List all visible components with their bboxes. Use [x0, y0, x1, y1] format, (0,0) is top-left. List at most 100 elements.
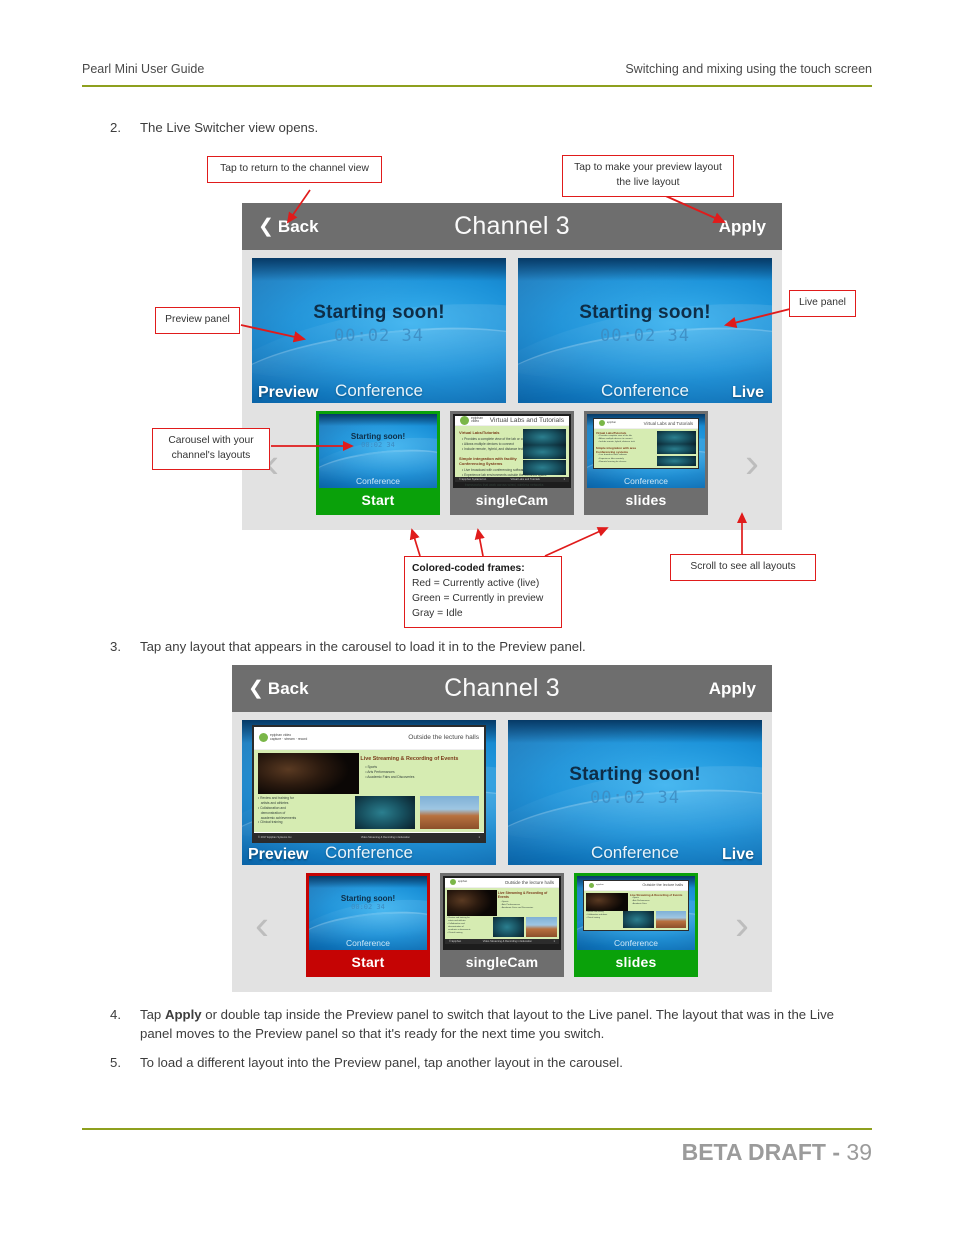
callout-frames-title: Colored-coded frames:: [412, 563, 525, 574]
slide-body: Virtual Labs/Tutorials • Provides a comp…: [455, 425, 569, 488]
logo-text: epiphan video: [471, 415, 484, 424]
slide-footer-right: 1: [563, 478, 565, 482]
epiphan-logo: epiphan video: [460, 416, 483, 425]
logo-text: epiphan: [458, 879, 468, 883]
epiphan-logo: epiphan: [588, 882, 604, 888]
carousel-next-arrow-icon[interactable]: ›: [722, 442, 782, 484]
step-4-text-before: Tap: [140, 1007, 165, 1022]
device1-live-panel[interactable]: Starting soon! 00:02 34 Conference Live: [518, 258, 772, 403]
slide-title: Live Streaming & Recording of Events: [360, 755, 459, 762]
slide-bullets-lower: • Review and training for artists and at…: [258, 795, 297, 825]
logo-mark-icon: [460, 415, 469, 425]
carousel-thumb-slides: epiphan Virtual Labs and Tutorials Virtu…: [587, 414, 705, 488]
slide-footer-mid: Video Streaming & Recording in Education: [360, 835, 410, 839]
chevron-left-icon: ❮: [258, 216, 274, 237]
device1-panes: Starting soon! 00:02 34 Conference Previ…: [242, 250, 782, 408]
step-3-number: 3.: [110, 639, 121, 654]
bg-top-shade: [252, 258, 506, 282]
carousel-item-start[interactable]: Starting soon! 00:02 34 Conference Start: [306, 873, 430, 977]
starting-soon-title: Starting soon!: [340, 893, 396, 903]
slide-body: Live Streaming & Recording of Events • S…: [445, 887, 559, 940]
carousel-item-singlecam[interactable]: epiphan video Virtual Labs and Tutorials …: [450, 411, 574, 515]
carousel-item-slides-label: slides: [587, 488, 705, 512]
device1-preview-source-label: Conference: [335, 381, 423, 400]
carousel-start-text: Starting soon! 00:02 34: [319, 432, 437, 449]
logo-mark-icon: [588, 882, 594, 888]
device1-back-button[interactable]: ❮ Back: [258, 217, 319, 237]
step-4-number: 4.: [110, 1007, 121, 1022]
carousel-item-start-label: Start: [309, 950, 427, 974]
slide-bullets-lower: • Review and training • Collaboration and…: [585, 910, 608, 919]
slide-photo-runner: [655, 910, 687, 929]
starting-soon-title: Starting soon!: [569, 763, 701, 785]
header-document-title: Pearl Mini User Guide: [82, 62, 205, 76]
slide-footer-right: 1: [553, 940, 555, 944]
device2-preview-panel[interactable]: epiphan video capture · stream · record O…: [242, 720, 496, 865]
carousel-item-slides[interactable]: epiphan Virtual Labs and Tutorials Virtu…: [584, 411, 708, 515]
slide-footer-mid: Virtual Labs and Tutorials: [510, 478, 540, 482]
slide-body: Live Streaming & Recording of Events • S…: [254, 749, 484, 832]
live-switcher-screen-2: ❮ Back Channel 3 Apply epiphan video capt…: [232, 665, 772, 992]
carousel-next-arrow-icon[interactable]: ›: [712, 904, 772, 946]
carousel-item-singlecam[interactable]: epiphan Outside the lecture halls Live S…: [440, 873, 564, 977]
starting-soon-title: Starting soon!: [313, 301, 445, 323]
slide-footer: © 2017 Epiphan Systems Inc. Video Stream…: [254, 833, 484, 841]
callout-frames-gray: Gray = Idle: [412, 607, 463, 619]
starting-soon-timer: 00:02 34: [334, 325, 424, 346]
slide-topbar: epiphan Virtual Labs and Tutorials: [593, 418, 699, 429]
bg-top-shade: [518, 258, 772, 282]
slide-right-col: Live Streaming & Recording of Events • S…: [630, 893, 686, 906]
slide-heading: Outside the lecture halls: [642, 883, 684, 888]
slide-photo-lab: [656, 430, 697, 444]
slide-photo-lab: [492, 916, 524, 938]
slide-heading: Virtual Labs and Tutorials: [489, 416, 564, 424]
page-header: Pearl Mini User Guide Switching and mixi…: [82, 62, 872, 76]
slide-graphic-lecture: epiphan video capture · stream · record O…: [252, 725, 486, 843]
device1-channel-title: Channel 3: [454, 212, 570, 240]
callout-colored-frames: Colored-coded frames: Red = Currently ac…: [404, 556, 562, 628]
device2-back-button[interactable]: ❮ Back: [248, 679, 309, 699]
slide-photo-orchestra: [585, 892, 628, 911]
slide-footer-right: 1: [478, 835, 480, 839]
epiphan-logo: epiphan video capture · stream · record: [259, 733, 307, 743]
device2-live-panel[interactable]: Starting soon! 00:02 34 Conference Live: [508, 720, 762, 865]
device2-carousel: ‹ Starting soon! 00:02 34 Conference Sta…: [232, 870, 772, 982]
step-5: 5. To load a different layout into the P…: [110, 1053, 855, 1072]
step-4: 4. Tap Apply or double tap inside the Pr…: [110, 1005, 855, 1043]
slide-footer-mid: Video Streaming & Recording in Education: [482, 940, 532, 944]
slide-topbar: epiphan Outside the lecture halls: [583, 880, 689, 891]
bg-top-shade: [309, 876, 427, 888]
slide-graphic-inset: epiphan Outside the lecture halls Live S…: [582, 879, 690, 931]
step-3: 3. Tap any layout that appears in the ca…: [110, 637, 850, 656]
step-5-number: 5.: [110, 1055, 121, 1070]
step-4-text: Tap Apply or double tap inside the Previ…: [140, 1005, 855, 1043]
device2-live-starting-soon: Starting soon! 00:02 34: [508, 764, 762, 808]
device2-preview-badge: Preview: [248, 846, 309, 863]
page-footer: BETA DRAFT - 39: [682, 1139, 872, 1166]
carousel-start-text: Starting soon! 00:02 34: [309, 894, 427, 911]
starting-soon-title: Starting soon!: [579, 301, 711, 323]
device1-apply-button[interactable]: Apply: [719, 217, 766, 237]
slide-photo-lab-3: [656, 455, 697, 467]
carousel-item-start[interactable]: Starting soon! 00:02 34 Conference Start: [316, 411, 440, 515]
slide-topbar: epiphan Outside the lecture halls: [445, 878, 559, 888]
step-4-text-after: or double tap inside the Preview panel t…: [140, 1007, 834, 1042]
device1-topbar: ❮ Back Channel 3 Apply: [242, 203, 782, 250]
carousel-item-slides[interactable]: epiphan Outside the lecture halls Live S…: [574, 873, 698, 977]
device2-apply-button[interactable]: Apply: [709, 679, 756, 699]
callout-carousel-line1: Carousel with your: [168, 435, 254, 446]
carousel-prev-arrow-icon[interactable]: ‹: [232, 904, 292, 946]
step-2-number: 2.: [110, 120, 121, 135]
carousel-slides-source: Conference: [614, 938, 658, 948]
callout-frames-green: Green = Currently in preview: [412, 592, 544, 604]
callout-back: Tap to return to the channel view: [207, 156, 382, 183]
starting-soon-timer: 00:02 34: [361, 440, 395, 449]
step-4-bold: Apply: [164, 1007, 202, 1022]
slide-photo-runner: [525, 916, 557, 938]
callout-carousel-line2: channel's layouts: [171, 449, 251, 461]
device2-preview-source-label: Conference: [325, 843, 413, 862]
callout-frames-red: Red = Currently active (live): [412, 577, 540, 589]
device1-preview-panel[interactable]: Starting soon! 00:02 34 Conference Previ…: [252, 258, 506, 403]
step-3-text: Tap any layout that appears in the carou…: [140, 639, 586, 654]
logo-mark-icon: [598, 420, 605, 427]
